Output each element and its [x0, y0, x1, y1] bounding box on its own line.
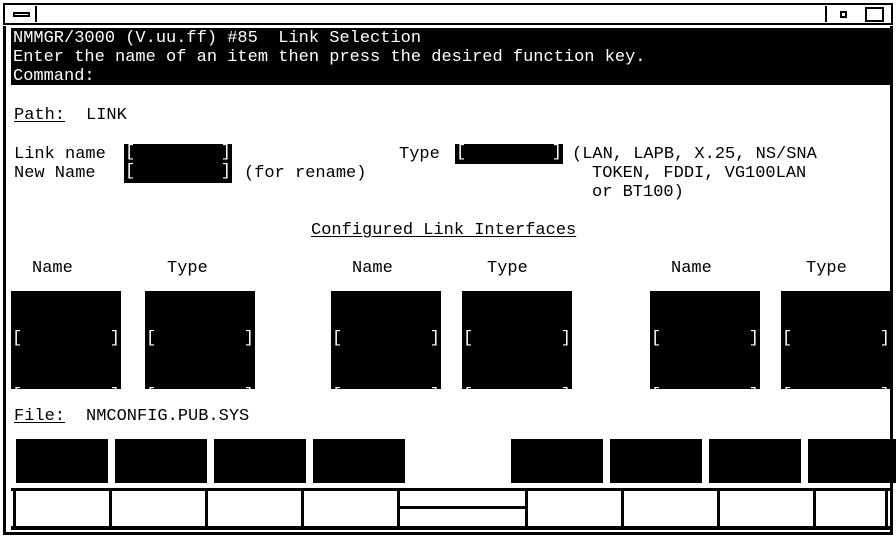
fkey-line-1: Next [16, 482, 108, 483]
list-item[interactable]: [] [145, 329, 255, 348]
maximize-icon [865, 7, 884, 22]
rename-hint: (for rename) [244, 164, 367, 183]
terminal-window: NMMGR/3000 (V.uu.ff) #85 Link Selection … [0, 0, 896, 538]
list-item[interactable]: [] [462, 329, 572, 348]
status-cell-6[interactable] [528, 491, 624, 526]
fkey-prior-screen[interactable]: Prior Screen [808, 439, 896, 483]
status-cell-4[interactable] [304, 491, 400, 526]
link-name-input[interactable]: [ ] [124, 144, 232, 164]
column-header-name-1: Name [32, 259, 73, 278]
status-cell-8[interactable] [720, 491, 816, 526]
fkey-rename[interactable]: Rename [313, 439, 405, 483]
list-column-name-1[interactable]: [] [] [] [] [] [11, 291, 121, 389]
fkey-line-1: Modify [610, 482, 702, 483]
terminal-screen: NMMGR/3000 (V.uu.ff) #85 Link Selection … [3, 26, 896, 535]
column-header-type-3: Type [806, 259, 847, 278]
bracket-close: ] [551, 144, 562, 162]
file-value: NMCONFIG.PUB.SYS [86, 407, 250, 426]
list-item[interactable]: [] [781, 329, 891, 348]
status-cell-3[interactable] [208, 491, 304, 526]
fkey-line-1: Add [511, 482, 603, 483]
type-hint-line-3: or BT100) [592, 183, 684, 202]
fkey-delete[interactable]: Delete [214, 439, 306, 483]
banner-instruction-line: Enter the name of an item then press the… [13, 48, 646, 67]
status-cell-divider [400, 506, 525, 509]
fkey-line-1: Rename [313, 482, 405, 483]
table-heading: Configured Link Interfaces [311, 221, 577, 240]
status-cell-9[interactable] [816, 491, 888, 526]
list-column-name-2[interactable]: [] [] [] [] [] [331, 291, 441, 389]
fkey-prev-page[interactable]: Prev Page [115, 439, 207, 483]
link-name-label: Link name [14, 145, 106, 164]
restore-button[interactable] [825, 6, 857, 22]
window-titlebar [3, 3, 893, 25]
screen-banner: NMMGR/3000 (V.uu.ff) #85 Link Selection … [11, 28, 890, 86]
status-cell-1[interactable] [13, 491, 112, 526]
list-item[interactable]: [] [11, 386, 121, 389]
list-item[interactable]: [] [650, 329, 760, 348]
file-label: File: [14, 407, 66, 426]
new-name-label: New Name [14, 164, 96, 183]
list-item[interactable]: [] [650, 386, 760, 389]
fkey-help[interactable]: Help [709, 439, 801, 483]
list-item[interactable]: [] [145, 386, 255, 389]
window-title [41, 5, 823, 23]
bracket-open: [ [125, 163, 136, 181]
list-item[interactable]: [] [781, 386, 891, 389]
type-label: Type [399, 145, 440, 164]
command-prompt-line[interactable]: Command: [13, 67, 890, 86]
fkey-line-1: Prior [808, 482, 896, 483]
status-bar [11, 488, 890, 530]
list-item[interactable]: [] [331, 386, 441, 389]
status-cell-7[interactable] [624, 491, 720, 526]
function-key-bar: Next Page Prev Page Delete Rename Add [11, 439, 896, 487]
list-item[interactable]: [] [11, 329, 121, 348]
maximize-button[interactable] [859, 6, 890, 22]
column-header-name-2: Name [352, 259, 393, 278]
fkey-add[interactable]: Add [511, 439, 603, 483]
bracket-open: [ [125, 144, 136, 162]
list-item[interactable]: [] [462, 386, 572, 389]
type-hint-line-2: TOKEN, FDDI, VG100LAN [592, 164, 807, 183]
banner-title-line: NMMGR/3000 (V.uu.ff) #85 Link Selection [13, 29, 422, 48]
list-item[interactable]: [] [331, 329, 441, 348]
status-cell-5[interactable] [400, 491, 528, 526]
fkey-empty [412, 439, 504, 483]
type-input[interactable]: [ ] [455, 144, 563, 164]
fkey-next-page[interactable]: Next Page [16, 439, 108, 483]
path-value: LINK [86, 106, 127, 125]
type-hint-line-1: (LAN, LAPB, X.25, NS/SNA [572, 145, 817, 164]
fkey-line-1: Delete [214, 482, 306, 483]
bracket-close: ] [220, 144, 231, 162]
fkey-line-1: Prev [115, 482, 207, 483]
column-header-type-2: Type [487, 259, 528, 278]
status-cell-2[interactable] [112, 491, 208, 526]
list-column-name-3[interactable]: [] [] [] [] [] [650, 291, 760, 389]
minimize-button[interactable] [7, 6, 37, 22]
fkey-modify[interactable]: Modify [610, 439, 702, 483]
column-header-name-3: Name [671, 259, 712, 278]
fkey-line-1: Help [709, 482, 801, 483]
bracket-open: [ [456, 144, 467, 162]
column-header-type-1: Type [167, 259, 208, 278]
minimize-icon [13, 12, 30, 17]
path-label: Path: [14, 106, 66, 125]
list-column-type-3[interactable]: [] [] [] [] [] [781, 291, 891, 389]
bracket-close: ] [220, 163, 231, 181]
restore-icon [840, 11, 847, 18]
list-column-type-1[interactable]: [] [] [] [] [] [145, 291, 255, 389]
new-name-input[interactable]: [ ] [124, 163, 232, 183]
list-column-type-2[interactable]: [] [] [] [] [] [462, 291, 572, 389]
